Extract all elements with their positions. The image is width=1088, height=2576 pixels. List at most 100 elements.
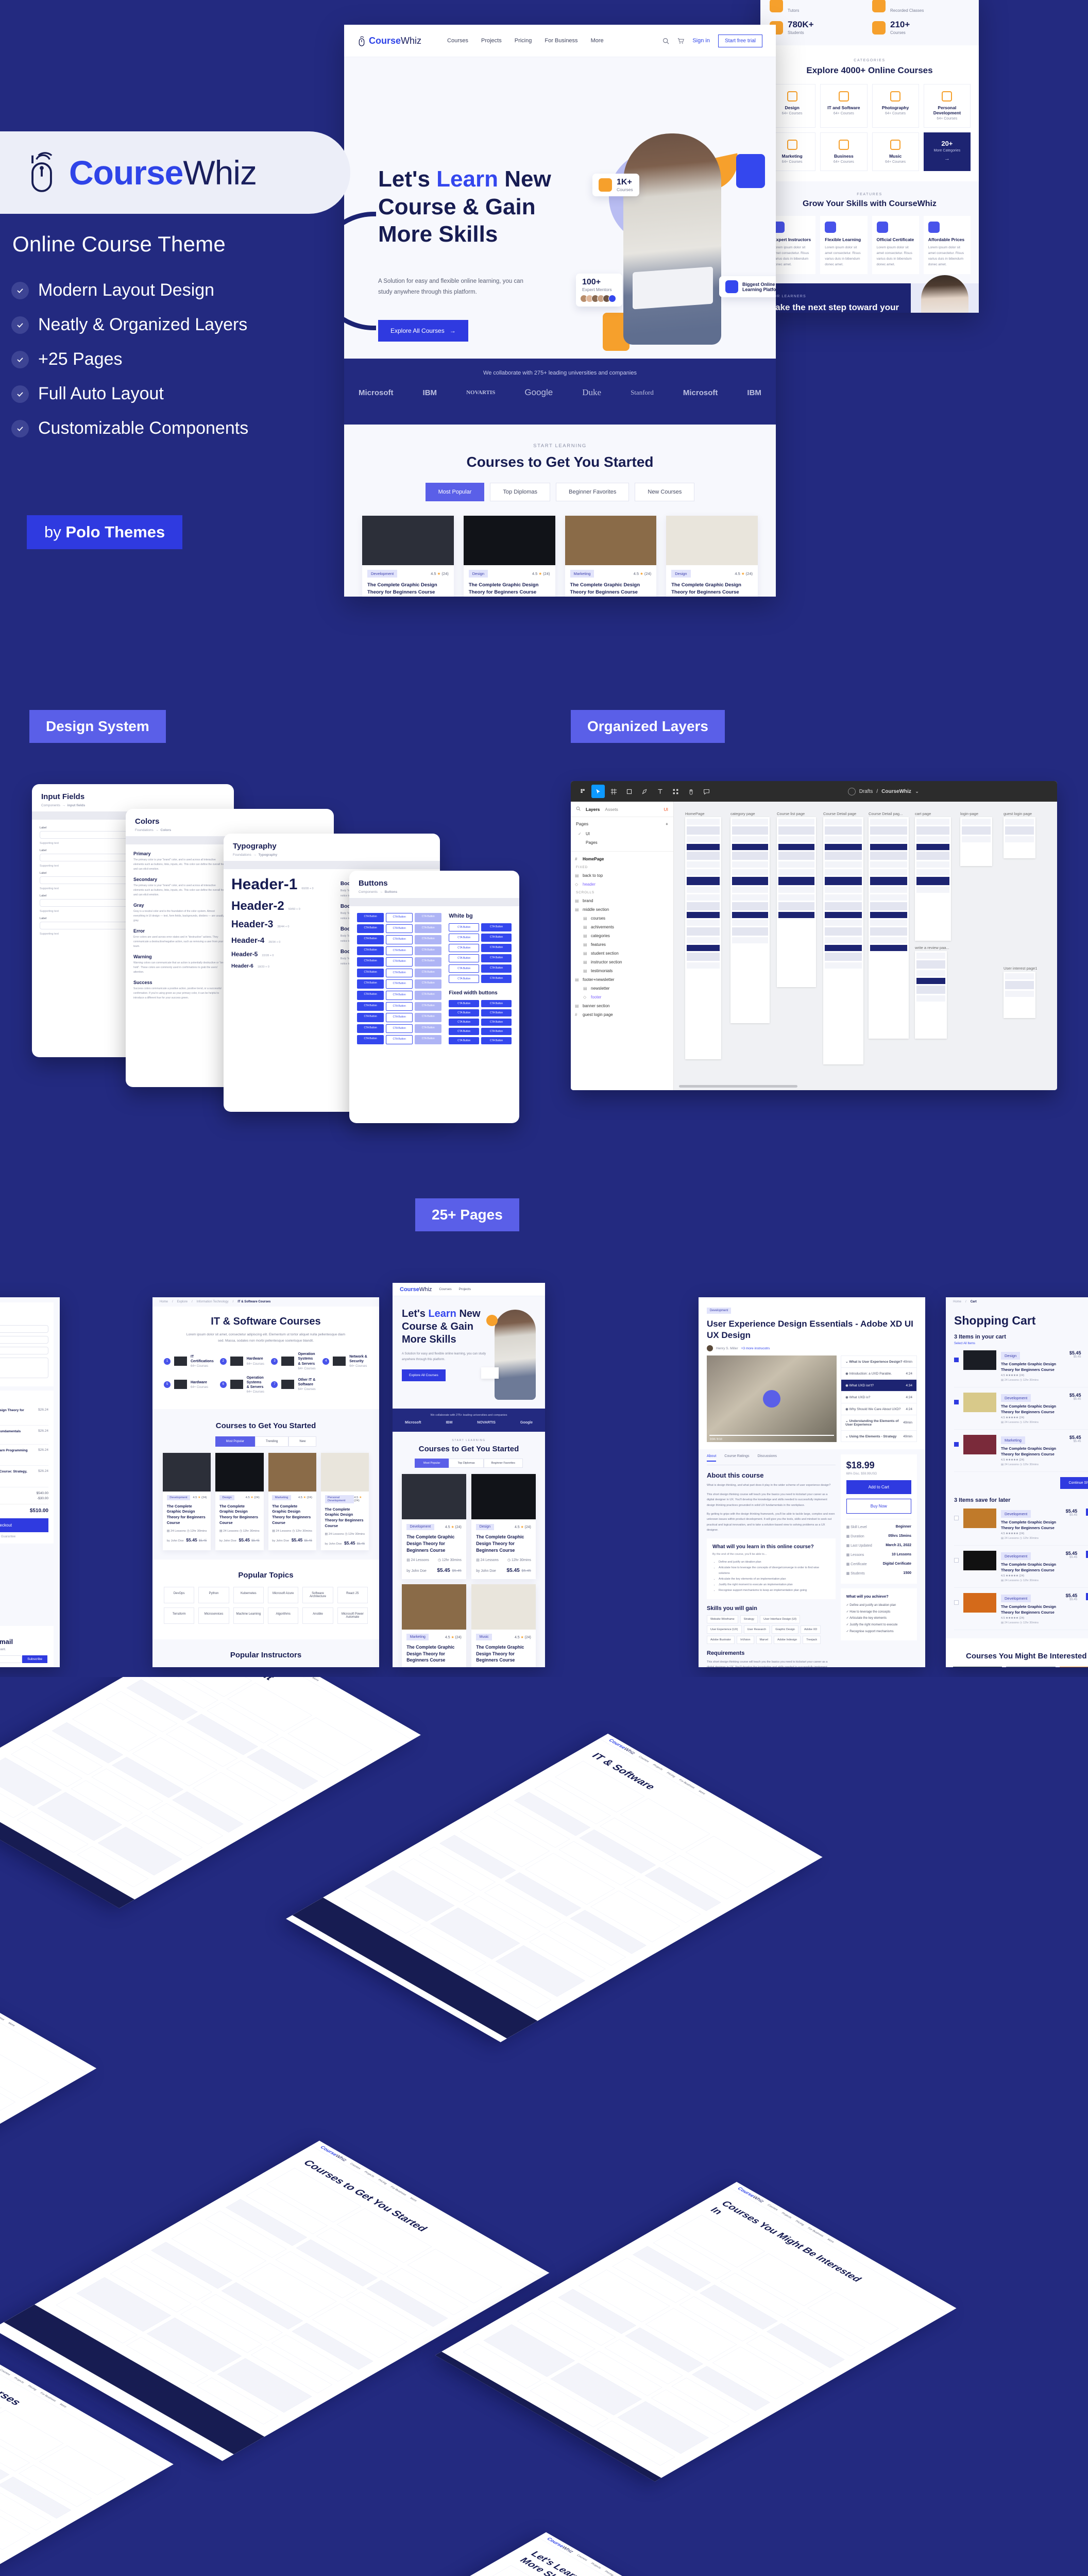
complete-checkout-button[interactable]: Complete Checkout (0, 1518, 48, 1532)
topic-2[interactable]: Kubernetes (233, 1587, 264, 1604)
topic-11[interactable]: Microsoft Power Automate (337, 1607, 368, 1624)
subscribe-button[interactable]: Subscribe (22, 1655, 47, 1663)
course-card[interactable]: Development4.5 ★ (24) The Complete Graphi… (163, 1452, 211, 1551)
mini-explore-button[interactable]: Explore All Courses (402, 1369, 446, 1381)
site-logo[interactable]: CourseWhiz (358, 36, 421, 46)
layer-item-14[interactable]: ▤ newsletter (573, 984, 671, 993)
mini-tab-2[interactable]: Beginner Favorites (483, 1459, 523, 1468)
tab-top-diplomas[interactable]: Top Diplomas (490, 483, 551, 501)
frame-0[interactable] (685, 817, 721, 1059)
cta-button[interactable]: CTA Button (415, 1013, 442, 1022)
layer-item-1[interactable]: ▤ back to top (573, 871, 671, 880)
figma-branch-name[interactable]: UI (664, 807, 669, 812)
cart-item-checkbox[interactable] (954, 1400, 959, 1404)
cart-breadcrumb[interactable]: Home / Cart (946, 1297, 1088, 1307)
tab-most-popular[interactable]: Most Popular (425, 483, 485, 501)
cta-button[interactable]: CTA Button (386, 1024, 413, 1033)
figma-shape-tool-icon[interactable] (622, 785, 636, 798)
topic-0[interactable]: DevOps (164, 1587, 195, 1604)
cta-button[interactable]: CTA Button (415, 957, 442, 967)
frame-9[interactable] (1004, 972, 1035, 1018)
layer-item-9[interactable]: ▤ features (573, 940, 671, 949)
layer-item-0[interactable]: FIXED (573, 863, 671, 871)
play-icon[interactable] (763, 1390, 781, 1408)
mini-nav-projects[interactable]: Projects (459, 1287, 471, 1291)
search-icon-small[interactable] (576, 806, 581, 812)
figma-move-tool-icon[interactable] (591, 785, 605, 798)
curriculum-item-3[interactable]: ◉ What UXD is? 4:24 (841, 1392, 916, 1404)
sign-in-link[interactable]: Sign in (692, 38, 710, 44)
cta-button[interactable]: CTA Button (481, 944, 512, 952)
cta-button[interactable]: CTA Button (449, 1019, 480, 1026)
layer-item-17[interactable]: # guest login page (573, 1010, 671, 1019)
cta-button[interactable]: CTA Button (449, 964, 480, 973)
cta-button[interactable]: CTA Button (449, 923, 480, 931)
cd-tab-0[interactable]: About (707, 1454, 717, 1462)
skill-8[interactable]: InVision (737, 1635, 754, 1644)
it-tab-most-popular[interactable]: Most Popular (215, 1436, 255, 1447)
frame-3[interactable] (823, 817, 863, 1064)
layer-item-5[interactable]: ▤ middle section (573, 905, 671, 914)
input-field-3[interactable] (40, 899, 130, 907)
it-topics-grid[interactable]: DevOps Python Kubernetes Microsoft Azure Sof… (152, 1580, 379, 1634)
figma-page-ui[interactable]: ✓ UI (576, 829, 668, 838)
cta-button[interactable]: CTA Button (481, 934, 512, 942)
topic-7[interactable]: Microservices (198, 1607, 229, 1624)
layer-item-2[interactable]: ◇ header (573, 880, 671, 889)
cd-tab-2[interactable]: Discussions (758, 1454, 777, 1462)
courses-tabs[interactable]: Most Popular Top Diplomas Beginner Favor… (344, 483, 776, 501)
it-tab-trending[interactable]: Trending (254, 1436, 289, 1447)
author-badge[interactable]: by Polo Themes (27, 515, 183, 549)
cta-button[interactable]: CTA Button (449, 944, 480, 952)
add-to-cart-button[interactable]: Add to Cart (846, 1480, 911, 1495)
it-category-6[interactable]: 7 Other IT & Software 64+ Courses (271, 1376, 316, 1394)
cta-button[interactable]: CTA Button (357, 968, 384, 978)
figma-comment-tool-icon[interactable] (700, 785, 713, 798)
course-card[interactable]: Personal Development 4.5 ★ (24) The Comple… (320, 1452, 369, 1551)
cart-action-1[interactable]: Remove (1086, 1517, 1088, 1520)
layer-item-8[interactable]: ▤ categories (573, 931, 671, 940)
it-crumb-1[interactable]: Explore (177, 1300, 188, 1303)
cta-button[interactable]: CTA Button (481, 975, 512, 983)
course-card[interactable]: Marketing 4.5 ★ (24) The Complete Graphic … (402, 1584, 466, 1667)
course-card[interactable]: Design 4.5 ★ (24) The Complete Graphic Des… (471, 1474, 536, 1579)
figma-panel-tabs[interactable]: Layers Assets UI (571, 802, 673, 817)
cta-button[interactable]: CTA Button (386, 913, 413, 922)
figma-hand-tool-icon[interactable] (684, 785, 698, 798)
cta-button[interactable]: CTA Button (357, 1013, 384, 1022)
cta-button[interactable]: CTA Button (481, 964, 512, 973)
layer-item-11[interactable]: ▤ instructor section (573, 958, 671, 967)
cta-button[interactable]: CTA Button (386, 924, 413, 934)
curriculum-item-4[interactable]: ◉ Why Should We Care About UXD? 4:24 (841, 1403, 916, 1416)
figma-tab-layers[interactable]: Layers (586, 807, 600, 812)
cta-button[interactable]: CTA Button (357, 1024, 384, 1033)
skill-3[interactable]: User Experience (UX) (707, 1625, 742, 1634)
layer-item-10[interactable]: ▤ student section (573, 949, 671, 958)
cta-button[interactable]: CTA Button (386, 968, 413, 978)
cta-button[interactable]: CTA Button (415, 968, 442, 978)
cta-button[interactable]: CTA Button (357, 1035, 384, 1044)
tab-beginner-favorites[interactable]: Beginner Favorites (556, 483, 630, 501)
figma-frame-tool-icon[interactable] (607, 785, 620, 798)
continue-shopping-button[interactable]: Continue Shopping (1060, 1477, 1088, 1489)
cta-button[interactable]: CTA Button (386, 935, 413, 944)
cta-button[interactable]: CTA Button (357, 979, 384, 989)
figma-menu-icon[interactable] (576, 785, 589, 798)
cta-button[interactable]: CTA Button (449, 954, 480, 962)
cta-button[interactable]: CTA Button (415, 1024, 442, 1033)
figma-document-name[interactable]: CourseWhiz (881, 789, 911, 794)
topic-10[interactable]: Ansible (302, 1607, 333, 1624)
isometric-sheet-1[interactable]: CourseWhizCoursesProjectsPricingFor Busi… (0, 1965, 97, 2227)
cta-button[interactable]: CTA Button (481, 923, 512, 931)
frame-8[interactable] (915, 951, 947, 1039)
cart-action-1[interactable]: Remove (1086, 1560, 1088, 1563)
cta-button[interactable]: CTA Button (449, 1028, 480, 1035)
nav-item-for-business[interactable]: For Business (545, 38, 577, 44)
topic-4[interactable]: Software Architecture (302, 1587, 333, 1604)
category-card-3[interactable]: Personal Development 64+ Courses (923, 84, 971, 128)
skill-2[interactable]: User Interface Design (UI) (760, 1615, 801, 1623)
it-category-1[interactable]: 2 Hardware 64+ Courses (219, 1352, 265, 1370)
it-category-2[interactable]: 3 Operation Systems & Servers 64+ Courses (271, 1352, 316, 1370)
cart-action-0[interactable]: Add to Cart (1086, 1551, 1088, 1558)
cta-button[interactable]: CTA Button (386, 991, 413, 1000)
